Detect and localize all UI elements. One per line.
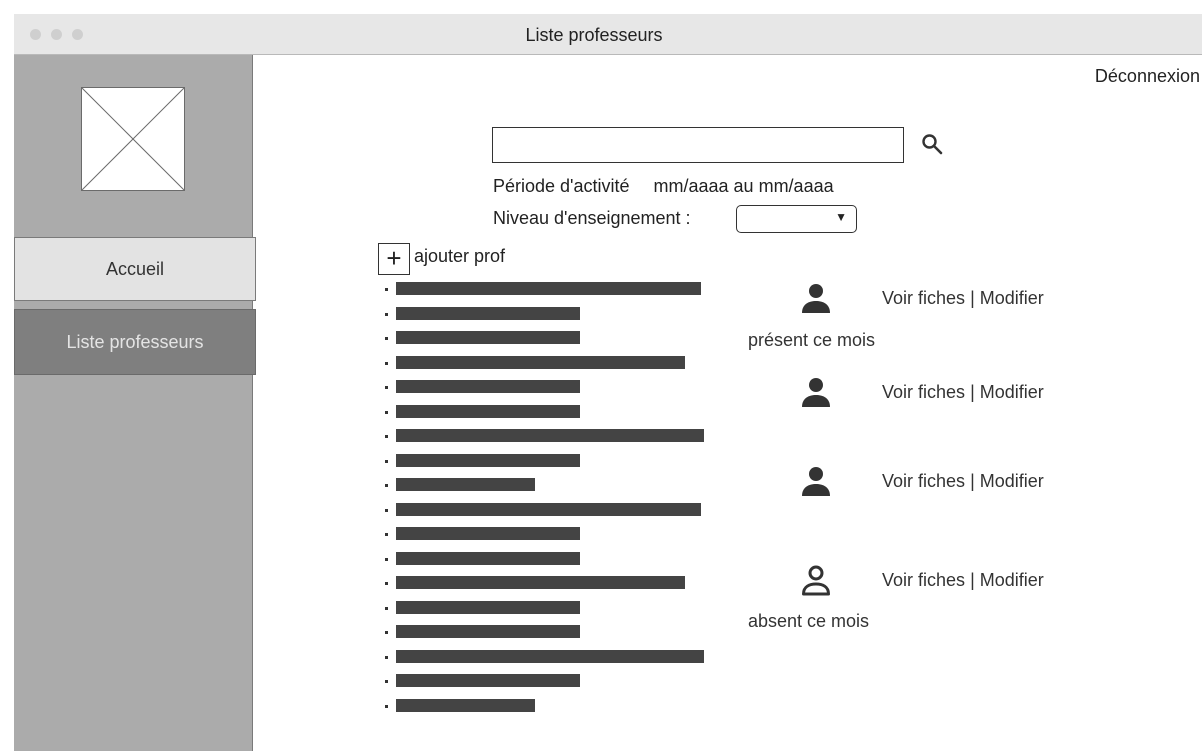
window-title: Liste professeurs [525,25,663,45]
prof-name-placeholder [396,527,580,540]
periode-filter: Période d'activité mm/aaaa au mm/aaaa [493,176,834,197]
prof-name-placeholder [396,478,535,491]
plus-icon: + [386,243,402,273]
link-separator: | [970,382,975,402]
title-bar: Liste professeurs [14,14,1202,55]
prof-name-placeholder [396,576,685,589]
modifier-link[interactable]: Modifier [980,570,1044,590]
prof-card: Voir fiches | Modifier [744,282,1104,322]
bullet [385,704,388,708]
prof-card-links: Voir fiches | Modifier [882,382,1044,403]
prof-name-placeholder [396,404,580,418]
app-window: Liste professeurs Accueil Liste professe… [14,14,1202,751]
prof-name-placeholder [396,282,701,295]
user-filled-icon [802,378,830,407]
bullet [385,631,388,634]
link-separator: | [970,471,975,491]
bullet [385,557,388,561]
prof-card-links: Voir fiches | Modifier [882,471,1044,492]
prof-card: Voir fiches | Modifier [744,564,1104,604]
voir-fiches-link[interactable]: Voir fiches [882,471,965,491]
sidebar-item-accueil[interactable]: Accueil [14,237,256,301]
modifier-link[interactable]: Modifier [980,382,1044,402]
user-filled-icon [802,467,830,496]
prof-name-placeholder [396,625,580,638]
bullet [385,533,388,536]
user-filled-icon [802,284,830,313]
bullet [385,312,388,316]
link-separator: | [970,288,975,308]
prof-name-placeholder [396,502,701,516]
sidebar: Accueil Liste professeurs [14,55,256,751]
prof-name-placeholder [396,698,535,712]
search-input[interactable] [492,127,904,163]
niveau-select[interactable]: ▼ [736,205,857,233]
prof-name-placeholder [396,306,580,320]
bullet [385,680,388,683]
sidebar-item-liste-professeurs[interactable]: Liste professeurs [14,309,256,375]
bullet [385,459,388,463]
add-prof-button[interactable]: + [378,243,410,275]
bullet [385,337,388,340]
prof-card: Voir fiches | Modifier [744,376,1104,416]
bullet [385,386,388,389]
prof-name-placeholder [396,380,580,393]
logo-placeholder-image [81,87,185,191]
periode-label: Période d'activité [493,176,630,196]
voir-fiches-link[interactable]: Voir fiches [882,382,965,402]
logout-link[interactable]: Déconnexion [1095,66,1200,87]
bullet [385,655,388,659]
prof-name-placeholder [396,429,704,442]
prof-card-links: Voir fiches | Modifier [882,288,1044,309]
modifier-link[interactable]: Modifier [980,471,1044,491]
prof-name-placeholder [396,649,704,663]
bullet [385,484,388,487]
prof-name-placeholder [396,355,685,369]
prof-name-placeholder [396,674,580,687]
status-absent: absent ce mois [748,611,870,631]
bullet [385,410,388,414]
prof-card: Voir fiches | Modifier [744,465,1104,505]
prof-name-placeholder [396,600,580,614]
prof-name-placeholder [396,551,580,565]
prof-name-placeholder [396,331,580,344]
chevron-down-icon: ▼ [835,210,847,224]
niveau-label: Niveau d'enseignement : [493,208,691,228]
prof-card-links: Voir fiches | Modifier [882,570,1044,591]
user-outline-icon [802,565,830,596]
bullet [385,361,388,365]
bullet [385,606,388,610]
search-icon[interactable] [920,132,944,156]
status-present: présent ce mois [748,330,876,350]
prof-name-placeholder [396,453,580,467]
periode-range-input[interactable]: mm/aaaa au mm/aaaa [654,176,834,196]
voir-fiches-link[interactable]: Voir fiches [882,570,965,590]
bullet [385,582,388,585]
bullet [385,288,388,291]
link-separator: | [970,570,975,590]
add-prof-label[interactable]: ajouter prof [414,246,505,267]
bullet [385,435,388,438]
bullet [385,508,388,512]
voir-fiches-link[interactable]: Voir fiches [882,288,965,308]
modifier-link[interactable]: Modifier [980,288,1044,308]
